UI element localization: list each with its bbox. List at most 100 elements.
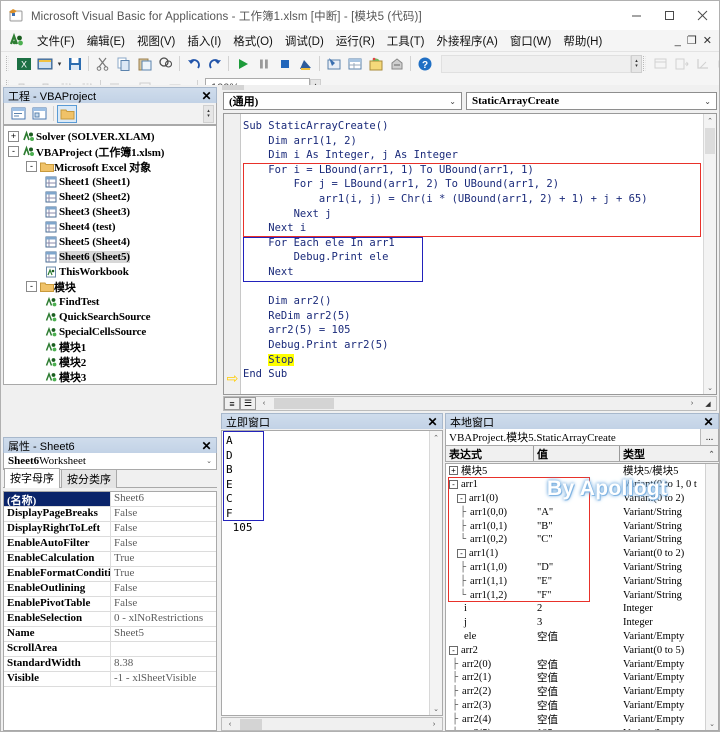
locals-row[interactable]: - arr2 Variant(0 to 5) [446,643,718,657]
chevron-down-icon[interactable]: ⌄ [704,97,711,106]
copy-icon[interactable] [113,54,134,74]
locals-row[interactable]: - arr1(0) Variant(0 to 2) [446,492,718,506]
tree-item-thisworkbook[interactable]: ThisWorkbook [6,264,216,279]
toolbox-icon[interactable] [386,54,407,74]
tree-item-sheet5[interactable]: Sheet5 (Sheet4) [6,234,216,249]
design-mode-icon[interactable] [295,54,316,74]
property-row[interactable]: EnableSelection 0 - xlNoRestrictions [4,612,216,627]
align-panes-icon[interactable] [650,54,671,74]
locals-row[interactable]: └ arr1(0,2) "C" Variant/String [446,533,718,547]
code-vertical-scrollbar[interactable]: ⌃ ⌄ [703,114,716,394]
menu-item-window[interactable]: 窗口(W) [504,31,558,51]
maximize-button[interactable] [653,1,686,30]
toolbar-grip[interactable] [6,56,9,71]
properties-window-icon[interactable] [344,54,365,74]
chevron-down-icon[interactable]: ⌄ [206,457,212,465]
document-minimize-button[interactable]: _ [675,35,681,47]
property-row[interactable]: Name Sheet5 [4,627,216,642]
document-restore-button[interactable]: ❐ [687,35,697,47]
project-explorer-overflow-button[interactable]: ▴ ▾ [203,104,214,123]
reset-icon[interactable] [274,54,295,74]
column-header-value[interactable]: 值 [534,446,620,461]
property-row[interactable]: StandardWidth 8.38 [4,657,216,672]
menu-item-file[interactable]: 文件(F) [31,31,81,51]
tree-item-findtest[interactable]: FindTest [6,294,216,309]
properties-grid[interactable]: (名称) Sheet6 DisplayPageBreaks False Displa… [3,491,217,731]
locals-context-bar[interactable]: VBAProject.模块5.StaticArrayCreate ... [445,429,719,446]
tree-item-module4[interactable]: 模块4 [6,384,216,385]
locals-row[interactable]: └ arr1(1,2) "F" Variant/String [446,588,718,602]
project-tree[interactable]: + Solver (SOLVER.XLAM) - VBAProject (工作簿… [3,125,217,385]
code-window-tab-nub[interactable] [222,85,244,90]
property-value[interactable]: False [111,582,137,596]
locals-row[interactable]: └ arr2(5) 105 Variant/Integer [446,726,718,730]
locals-row[interactable]: i 2 Integer [446,602,718,616]
resize-grip-icon[interactable]: ◢ [700,397,716,410]
toolbar-grip-2[interactable] [643,56,646,71]
locals-row[interactable]: j 3 Integer [446,616,718,630]
measure-icon[interactable] [692,54,713,74]
locals-vertical-scrollbar[interactable]: ⌄ [705,464,718,730]
property-row[interactable]: DisplayRightToLeft False [4,522,216,537]
link-icon[interactable] [713,54,719,74]
scroll-right-icon[interactable]: › [426,718,442,731]
property-value[interactable]: -1 - xlSheetVisible [111,672,196,686]
code-horizontal-scrollbar[interactable]: ≡ ☰ ‹ › ◢ [223,396,717,411]
locals-row[interactable]: - arr1 Variant(0 to 1, 0 t [446,478,718,492]
menu-item-help[interactable]: 帮助(H) [557,31,608,51]
scroll-up-icon[interactable]: ⌃ [704,114,716,127]
tree-item-sheet3[interactable]: Sheet3 (Sheet3) [6,204,216,219]
property-value[interactable]: Sheet6 [111,492,144,506]
locals-row[interactable]: ├ arr2(1) 空值 Variant/Empty [446,671,718,685]
tree-item-sheet6[interactable]: Sheet6 (Sheet5) [6,249,216,264]
view-object-icon[interactable] [34,54,55,74]
tree-item-specialcellssource[interactable]: SpecialCellsSource [6,324,216,339]
tree-item-sheet4[interactable]: Sheet4 (test) [6,219,216,234]
document-close-button[interactable]: ✕ [703,35,712,47]
property-row[interactable]: ScrollArea [4,642,216,657]
tree-item-sheet2[interactable]: Sheet2 (Sheet2) [6,189,216,204]
paste-icon[interactable] [134,54,155,74]
collapse-icon[interactable]: - [449,645,458,655]
tree-item-sheet1[interactable]: Sheet1 (Sheet1) [6,174,216,189]
menu-item-addins[interactable]: 外接程序(A) [430,31,503,51]
menu-item-insert[interactable]: 插入(I) [181,31,227,51]
collapse-icon[interactable]: - [457,493,466,503]
property-row[interactable]: EnablePivotTable False [4,597,216,612]
break-icon[interactable] [253,54,274,74]
locals-row[interactable]: ├ arr2(3) 空值 Variant/Empty [446,699,718,713]
tree-item-quicksearchsource[interactable]: QuickSearchSource [6,309,216,324]
immediate-vertical-scrollbar[interactable]: ⌃ ⌄ [429,431,442,715]
close-button[interactable] [686,1,719,30]
scroll-left-icon[interactable]: ‹ [256,397,272,410]
help-icon[interactable]: ? [414,54,435,74]
menu-item-debug[interactable]: 调试(D) [279,31,330,51]
scroll-down-icon[interactable]: ⌄ [706,717,718,730]
scroll-up-icon[interactable]: ⌃ [705,446,718,461]
property-value[interactable]: 8.38 [111,657,133,671]
menu-item-tools[interactable]: 工具(T) [381,31,431,51]
tab-categorized[interactable]: 按分类序 [61,469,117,488]
object-browser-icon[interactable] [365,54,386,74]
tree-item-module1[interactable]: 模块1 [6,339,216,354]
property-value[interactable] [111,642,114,656]
minimize-button[interactable] [620,1,653,30]
menu-item-view[interactable]: 视图(V) [131,31,181,51]
scroll-up-icon[interactable]: ⌃ [430,431,442,444]
expand-icon[interactable]: + [8,131,19,142]
project-explorer-icon[interactable] [323,54,344,74]
tab-alphabetic[interactable]: 按字母序 [4,468,60,488]
column-header-expression[interactable]: 表达式 [446,446,534,461]
property-value[interactable]: False [111,537,137,551]
property-row[interactable]: EnableFormatConditionsTrue [4,567,216,582]
menu-item-run[interactable]: 运行(R) [330,31,381,51]
scroll-left-icon[interactable]: ‹ [222,718,238,731]
locals-row[interactable]: ├ arr2(4) 空值 Variant/Empty [446,712,718,726]
close-icon[interactable]: ✕ [425,414,440,429]
locals-row[interactable]: ├ arr1(0,1) "B" Variant/String [446,519,718,533]
view-code-icon[interactable] [8,105,28,123]
property-value[interactable]: False [111,507,137,521]
locals-row[interactable]: - arr1(1) Variant(0 to 2) [446,547,718,561]
run-icon[interactable] [232,54,253,74]
locals-row[interactable]: ├ arr1(1,1) "E" Variant/String [446,574,718,588]
